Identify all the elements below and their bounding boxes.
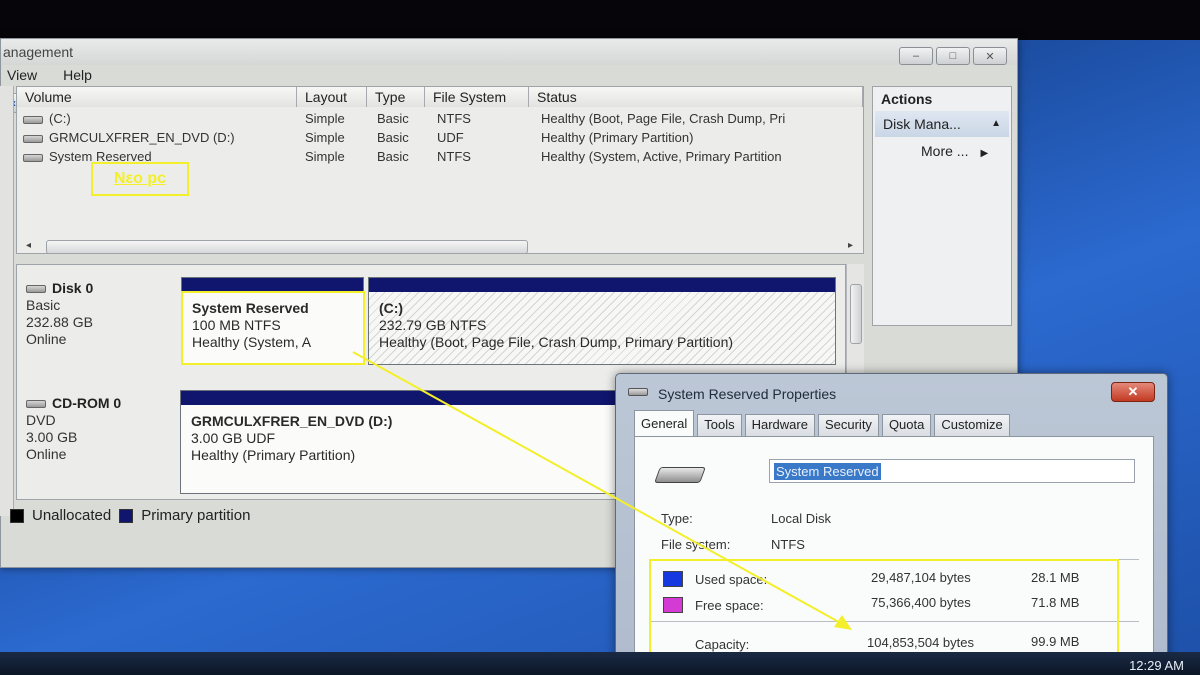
- actions-sub-label: Disk Mana...: [883, 116, 961, 132]
- volume-label-input[interactable]: System Reserved: [769, 459, 1135, 483]
- dialog-title-bar[interactable]: System Reserved Properties ✕: [616, 374, 1167, 408]
- cdrom-0-info[interactable]: CD-ROM 0 DVD 3.00 GB Online: [26, 395, 121, 463]
- disk-kind: DVD: [26, 412, 56, 428]
- volume-label-value: System Reserved: [774, 463, 881, 480]
- volume-row-d[interactable]: GRMCULXFRER_EN_DVD (D:) Simple Basic UDF…: [17, 128, 863, 147]
- volume-name: (C:): [49, 111, 71, 126]
- column-status[interactable]: Status: [529, 87, 863, 107]
- volume-layout: Simple: [305, 111, 345, 126]
- window-title: anagement: [3, 44, 74, 60]
- menu-bar: View Help: [1, 67, 92, 87]
- drive-icon: [628, 388, 648, 396]
- volume-layout: Simple: [305, 130, 345, 145]
- minimize-button[interactable]: –: [899, 47, 933, 65]
- hard-disk-icon: [654, 467, 706, 483]
- annotation-box-space: [649, 559, 1119, 655]
- partition-dvd[interactable]: GRMCULXFRER_EN_DVD (D:) 3.00 GB UDF Heal…: [180, 390, 616, 494]
- dialog-title: System Reserved Properties: [658, 386, 837, 402]
- dialog-tabs: General Tools Hardware Security Quota Cu…: [634, 410, 1013, 436]
- disk-size: 3.00 GB: [26, 429, 78, 445]
- volume-type: Basic: [377, 111, 409, 126]
- dvd-drive-icon: [23, 134, 43, 143]
- disk-kind: Basic: [26, 297, 61, 313]
- screen-top-edge: [0, 0, 1200, 40]
- volume-type: Basic: [377, 130, 409, 145]
- disk-name: CD-ROM 0: [52, 395, 122, 411]
- volume-status: Healthy (System, Active, Primary Partiti…: [541, 149, 782, 164]
- disk-size: 232.88 GB: [26, 314, 93, 330]
- dialog-close-button[interactable]: ✕: [1111, 382, 1155, 402]
- volume-type: Basic: [377, 149, 409, 164]
- window-title-bar[interactable]: anagement – □ ✕: [1, 39, 1017, 65]
- tab-quota[interactable]: Quota: [881, 414, 932, 436]
- partition-bar: [182, 278, 363, 292]
- partition-name: GRMCULXFRER_EN_DVD (D:): [191, 413, 393, 429]
- annotation-box-system-reserved: [181, 291, 365, 365]
- legend-unallocated-swatch: [10, 508, 24, 523]
- drive-icon: [23, 153, 43, 162]
- column-volume[interactable]: Volume: [17, 87, 297, 107]
- volume-fs: UDF: [437, 130, 464, 145]
- maximize-button[interactable]: □: [936, 47, 970, 65]
- scroll-left-icon[interactable]: ◂: [26, 240, 31, 251]
- partition-detail: 232.79 GB NTFS: [379, 317, 487, 333]
- cdrom-icon: [26, 400, 46, 409]
- partition-name: (C:): [379, 300, 404, 316]
- volume-row-c[interactable]: (C:) Simple Basic NTFS Healthy (Boot, Pa…: [17, 109, 863, 128]
- actions-pane: Actions Disk Mana... ▲ More ... ▶: [872, 86, 1012, 326]
- partition-status: Healthy (Primary Partition): [191, 447, 356, 463]
- drive-icon: [23, 115, 43, 124]
- partition-detail: 3.00 GB UDF: [191, 430, 276, 446]
- hard-disk-icon: [26, 285, 46, 294]
- legend-primary-swatch: [119, 508, 134, 523]
- partition-bar: [181, 391, 615, 405]
- legend-primary: Primary partition: [141, 507, 251, 524]
- scroll-right-icon[interactable]: ▸: [848, 240, 853, 251]
- disk-name: Disk 0: [52, 280, 94, 296]
- legend: Unallocated Primary partition: [10, 507, 250, 524]
- disk-state: Online: [26, 331, 67, 347]
- actions-title: Actions: [881, 91, 933, 107]
- hscroll-thumb[interactable]: [46, 240, 528, 254]
- tab-tools[interactable]: Tools: [697, 414, 742, 436]
- menu-help[interactable]: Help: [63, 67, 92, 87]
- console-tree-edge[interactable]: [0, 86, 14, 516]
- volume-name: GRMCULXFRER_EN_DVD (D:): [49, 130, 235, 145]
- disk-state: Online: [26, 446, 67, 462]
- partition-c[interactable]: (C:) 232.79 GB NTFS Healthy (Boot, Page …: [368, 277, 836, 365]
- menu-view[interactable]: View: [7, 67, 37, 87]
- actions-more-label: More ...: [921, 143, 969, 159]
- volume-fs: NTFS: [437, 111, 471, 126]
- tab-customize[interactable]: Customize: [934, 414, 1010, 436]
- partition-status: Healthy (Boot, Page File, Crash Dump, Pr…: [379, 334, 734, 350]
- column-layout[interactable]: Layout: [297, 87, 367, 107]
- tab-hardware[interactable]: Hardware: [744, 414, 815, 436]
- volume-fs: NTFS: [437, 149, 471, 164]
- actions-more[interactable]: More ... ▶: [921, 143, 988, 159]
- taskbar-clock[interactable]: 12:29 AM: [1129, 658, 1184, 673]
- collapse-up-icon[interactable]: ▲: [991, 111, 1001, 137]
- volume-list-hscrollbar[interactable]: ◂ ▸: [20, 238, 860, 254]
- annotation-neo-pc: Nεo pc: [91, 162, 189, 196]
- vscroll-thumb[interactable]: [850, 284, 862, 344]
- actions-disk-management[interactable]: Disk Mana... ▲: [875, 111, 1009, 137]
- column-file-system[interactable]: File System: [425, 87, 529, 107]
- partition-bar: [369, 278, 835, 292]
- tab-security[interactable]: Security: [817, 414, 879, 436]
- disk-0-info[interactable]: Disk 0 Basic 232.88 GB Online: [26, 280, 93, 348]
- file-system-label: File system:: [661, 537, 731, 552]
- column-type[interactable]: Type: [367, 87, 425, 107]
- chevron-right-icon: ▶: [980, 148, 989, 159]
- file-system-value: NTFS: [771, 537, 805, 552]
- type-label: Type:: [661, 511, 693, 526]
- volume-status: Healthy (Boot, Page File, Crash Dump, Pr…: [541, 111, 786, 126]
- type-value: Local Disk: [771, 511, 831, 526]
- volume-status: Healthy (Primary Partition): [541, 130, 694, 145]
- close-button[interactable]: ✕: [973, 47, 1007, 65]
- tab-general[interactable]: General: [634, 410, 695, 436]
- legend-unallocated: Unallocated: [32, 507, 112, 524]
- volume-layout: Simple: [305, 149, 345, 164]
- taskbar: 12:29 AM: [0, 652, 1200, 675]
